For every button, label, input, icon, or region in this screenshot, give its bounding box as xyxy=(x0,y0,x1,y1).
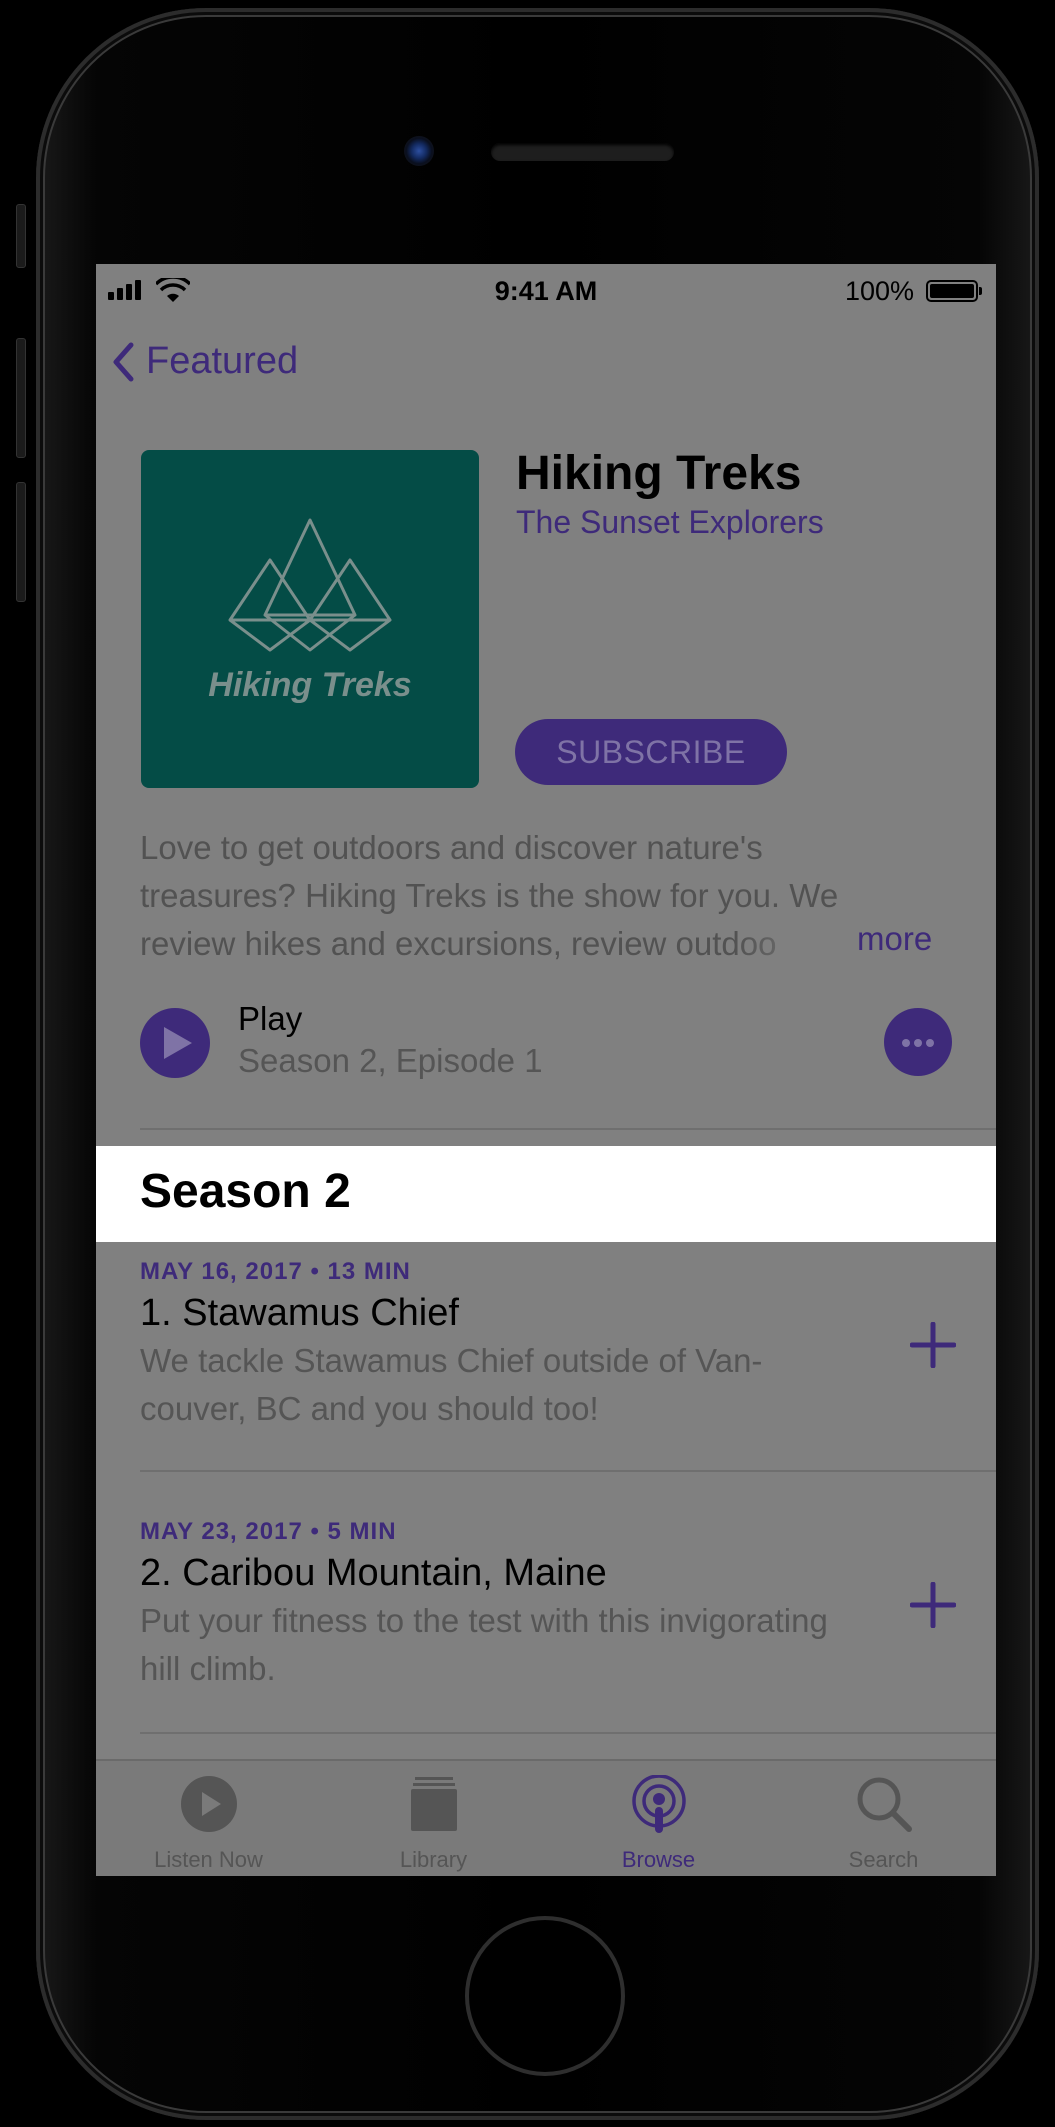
front-camera xyxy=(404,136,434,166)
tab-listen-now[interactable]: Listen Now xyxy=(96,1761,321,1876)
episode-title: 2. Caribou Mountain, Maine xyxy=(140,1552,607,1594)
episode-description-line: We tackle Stawamus Chief outside of Van- xyxy=(140,1342,763,1379)
more-link[interactable]: more xyxy=(857,920,932,958)
add-episode-plus-icon[interactable] xyxy=(910,1322,956,1368)
podcast-broadcast-icon xyxy=(631,1775,686,1833)
episode-description: We tackle Stawamus Chief outside of Van-… xyxy=(140,1337,900,1433)
episode-meta: MAY 23, 2017 • 5 MIN xyxy=(140,1518,397,1545)
tab-label: Listen Now xyxy=(154,1847,263,1872)
episode-title: 1. Stawamus Chief xyxy=(140,1292,459,1334)
chevron-left-icon xyxy=(113,342,134,381)
more-options-button[interactable] xyxy=(884,1008,952,1076)
tab-browse[interactable]: Browse xyxy=(546,1761,771,1876)
description-line: review hikes and excursions, review outd… xyxy=(140,925,777,962)
episode-description-line: hill climb. xyxy=(140,1650,276,1687)
podcast-artwork: Hiking Treks xyxy=(141,450,479,788)
add-episode-plus-icon[interactable] xyxy=(910,1582,956,1628)
play-icon xyxy=(164,1027,192,1059)
episode-meta: MAY 16, 2017 • 13 MIN xyxy=(140,1258,411,1285)
earpiece-speaker xyxy=(491,143,674,161)
status-bar: 9:41 AM 100% xyxy=(96,264,996,318)
back-button-label: Featured xyxy=(146,340,299,382)
podcast-author-link[interactable]: The Sunset Explorers xyxy=(516,504,824,541)
tab-label: Library xyxy=(399,1847,468,1872)
library-stack-icon xyxy=(410,1777,457,1831)
tab-library[interactable]: Library xyxy=(321,1761,546,1876)
play-button[interactable] xyxy=(140,1008,210,1078)
back-button[interactable]: Featured xyxy=(112,340,298,383)
ellipsis-dot-icon xyxy=(914,1039,922,1047)
magnifier-icon xyxy=(857,1777,912,1832)
episode-row[interactable]: MAY 23, 2017 • 5 MIN 2. Caribou Mountain… xyxy=(140,1518,996,1693)
artwork-title: Hiking Treks xyxy=(208,666,412,704)
description-line: Love to get outdoors and discover nature… xyxy=(140,829,763,866)
tab-bar: Listen Now Library Browse Search xyxy=(96,1759,996,1876)
divider xyxy=(140,1732,996,1734)
play-label[interactable]: Play xyxy=(238,1000,302,1038)
podcast-title: Hiking Treks xyxy=(516,447,802,500)
subscribe-button[interactable]: SUBSCRIBE xyxy=(515,719,787,785)
play-circle-icon xyxy=(180,1776,237,1832)
description-line: treasures? Hiking Treks is the show for … xyxy=(140,877,839,914)
mute-switch xyxy=(16,204,26,268)
episode-row[interactable]: MAY 16, 2017 • 13 MIN 1. Stawamus Chief … xyxy=(140,1258,996,1433)
tab-label: Search xyxy=(848,1847,919,1872)
mountain-logo-icon xyxy=(228,518,392,652)
podcast-description: Love to get outdoors and discover nature… xyxy=(140,824,940,968)
episode-description-line: couver, BC and you should too! xyxy=(140,1390,599,1427)
home-button[interactable] xyxy=(465,1916,625,2076)
battery-percentage: 100% xyxy=(844,276,914,306)
season-title: Season 2 xyxy=(140,1165,351,1218)
battery-icon xyxy=(926,280,982,302)
episode-description-line: Put your fitness to the test with this i… xyxy=(140,1602,828,1639)
ellipsis-dot-icon xyxy=(902,1039,910,1047)
episode-description: Put your fitness to the test with this i… xyxy=(140,1597,900,1693)
divider xyxy=(140,1470,996,1472)
play-episode-subtitle: Season 2, Episode 1 xyxy=(238,1042,543,1079)
volume-down-button xyxy=(16,482,26,602)
tab-label: Browse xyxy=(621,1847,696,1872)
phone-screen: 9:41 AM 100% Featured Hiking Treks Hikin… xyxy=(96,264,996,1876)
divider xyxy=(140,1128,996,1130)
season-header: Season 2 xyxy=(96,1146,996,1242)
ellipsis-dot-icon xyxy=(926,1039,934,1047)
tab-search[interactable]: Search xyxy=(771,1761,996,1876)
volume-up-button xyxy=(16,338,26,458)
